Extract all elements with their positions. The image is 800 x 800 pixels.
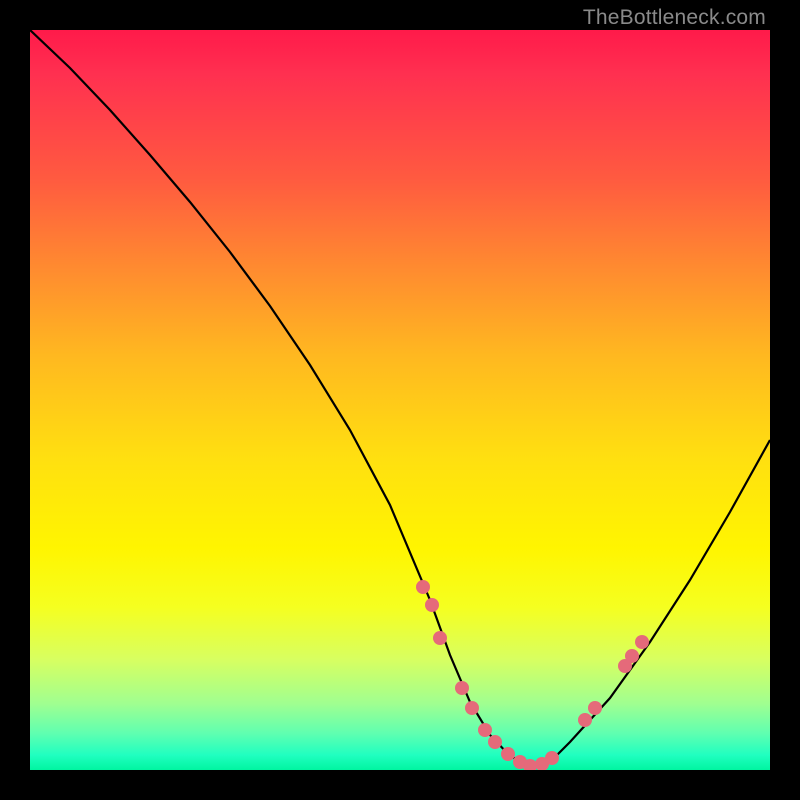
- marker-dot: [433, 631, 447, 645]
- watermark-text: TheBottleneck.com: [583, 6, 766, 30]
- marker-dot: [416, 580, 430, 594]
- marker-dot: [465, 701, 479, 715]
- plot-area: [30, 30, 770, 770]
- marker-dot: [625, 649, 639, 663]
- marker-dot: [478, 723, 492, 737]
- marker-dot: [588, 701, 602, 715]
- marker-dot: [501, 747, 515, 761]
- highlight-markers: [416, 580, 649, 770]
- chart-svg: [30, 30, 770, 770]
- chart-container: TheBottleneck.com: [0, 0, 800, 800]
- marker-dot: [578, 713, 592, 727]
- marker-dot: [635, 635, 649, 649]
- marker-dot: [545, 751, 559, 765]
- marker-dot: [488, 735, 502, 749]
- marker-dot: [455, 681, 469, 695]
- bottleneck-curve: [30, 30, 770, 766]
- marker-dot: [425, 598, 439, 612]
